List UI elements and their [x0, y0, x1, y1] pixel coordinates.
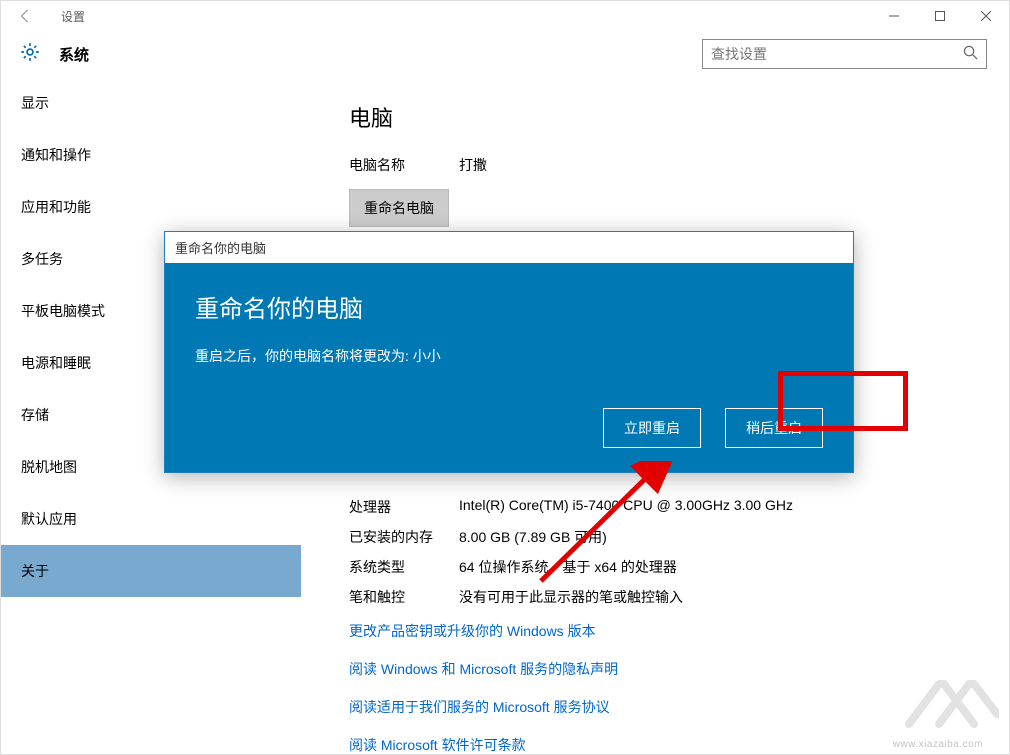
restart-now-button[interactable]: 立即重启: [603, 408, 701, 448]
restart-later-label: 稍后重启: [746, 420, 802, 436]
ram-label: 已安装的内存: [349, 527, 459, 547]
search-placeholder: 查找设置: [711, 44, 767, 64]
ram-value: 8.00 GB (7.89 GB 可用): [459, 527, 607, 547]
sidebar-item-apps[interactable]: 应用和功能: [1, 181, 301, 233]
processor-label: 处理器: [349, 497, 459, 517]
search-input[interactable]: 查找设置: [702, 39, 987, 69]
page-header: 系统 查找设置: [1, 31, 1009, 77]
pen-label: 笔和触控: [349, 587, 459, 607]
link-product-key[interactable]: 更改产品密钥或升级你的 Windows 版本: [349, 621, 989, 641]
sidebar-item-default-apps[interactable]: 默认应用: [1, 493, 301, 545]
window-controls: [871, 1, 1009, 31]
titlebar: 设置: [1, 1, 1009, 31]
sidebar-item-label: 电源和睡眠: [21, 353, 91, 373]
sidebar-item-label: 默认应用: [21, 509, 77, 529]
sidebar-item-label: 显示: [21, 93, 49, 113]
sidebar-item-label: 脱机地图: [21, 457, 77, 477]
pen-value: 没有可用于此显示器的笔或触控输入: [459, 587, 683, 607]
system-heading: 系统: [59, 44, 89, 65]
dialog-message: 重启之后，你的电脑名称将更改为: 小小: [195, 346, 823, 366]
sidebar-item-label: 关于: [21, 561, 49, 581]
processor-value: Intel(R) Core(TM) i5-7400 CPU @ 3.00GHz …: [459, 497, 793, 517]
sidebar-item-about[interactable]: 关于: [1, 545, 301, 597]
pc-name-label: 电脑名称: [349, 155, 459, 175]
sidebar-item-label: 存储: [21, 405, 49, 425]
systype-label: 系统类型: [349, 557, 459, 577]
sidebar-item-label: 平板电脑模式: [21, 301, 105, 321]
back-button[interactable]: [11, 9, 39, 23]
maximize-button[interactable]: [917, 1, 963, 31]
restart-now-label: 立即重启: [624, 420, 680, 436]
restart-later-button[interactable]: 稍后重启: [725, 408, 823, 448]
pc-name-value: 打撒: [459, 155, 487, 175]
link-privacy[interactable]: 阅读 Windows 和 Microsoft 服务的隐私声明: [349, 659, 989, 679]
sidebar-item-label: 应用和功能: [21, 197, 91, 217]
sidebar-item-label: 通知和操作: [21, 145, 91, 165]
sidebar-item-display[interactable]: 显示: [1, 77, 301, 129]
gear-icon: [19, 41, 41, 68]
search-icon: [963, 45, 978, 63]
window-title: 设置: [61, 8, 85, 25]
link-services-agreement[interactable]: 阅读适用于我们服务的 Microsoft 服务协议: [349, 697, 989, 717]
dialog-heading: 重命名你的电脑: [195, 289, 823, 324]
sidebar-item-notifications[interactable]: 通知和操作: [1, 129, 301, 181]
dialog-titlebar: 重命名你的电脑: [165, 232, 853, 263]
rename-pc-label: 重命名电脑: [364, 200, 434, 216]
minimize-button[interactable]: [871, 1, 917, 31]
page-title: 电脑: [349, 101, 989, 133]
close-button[interactable]: [963, 1, 1009, 31]
rename-pc-button[interactable]: 重命名电脑: [349, 189, 449, 227]
sidebar-item-label: 多任务: [21, 249, 63, 269]
systype-value: 64 位操作系统，基于 x64 的处理器: [459, 557, 677, 577]
link-license-terms[interactable]: 阅读 Microsoft 软件许可条款: [349, 735, 989, 754]
rename-dialog: 重命名你的电脑 重命名你的电脑 重启之后，你的电脑名称将更改为: 小小 立即重启…: [164, 231, 854, 473]
